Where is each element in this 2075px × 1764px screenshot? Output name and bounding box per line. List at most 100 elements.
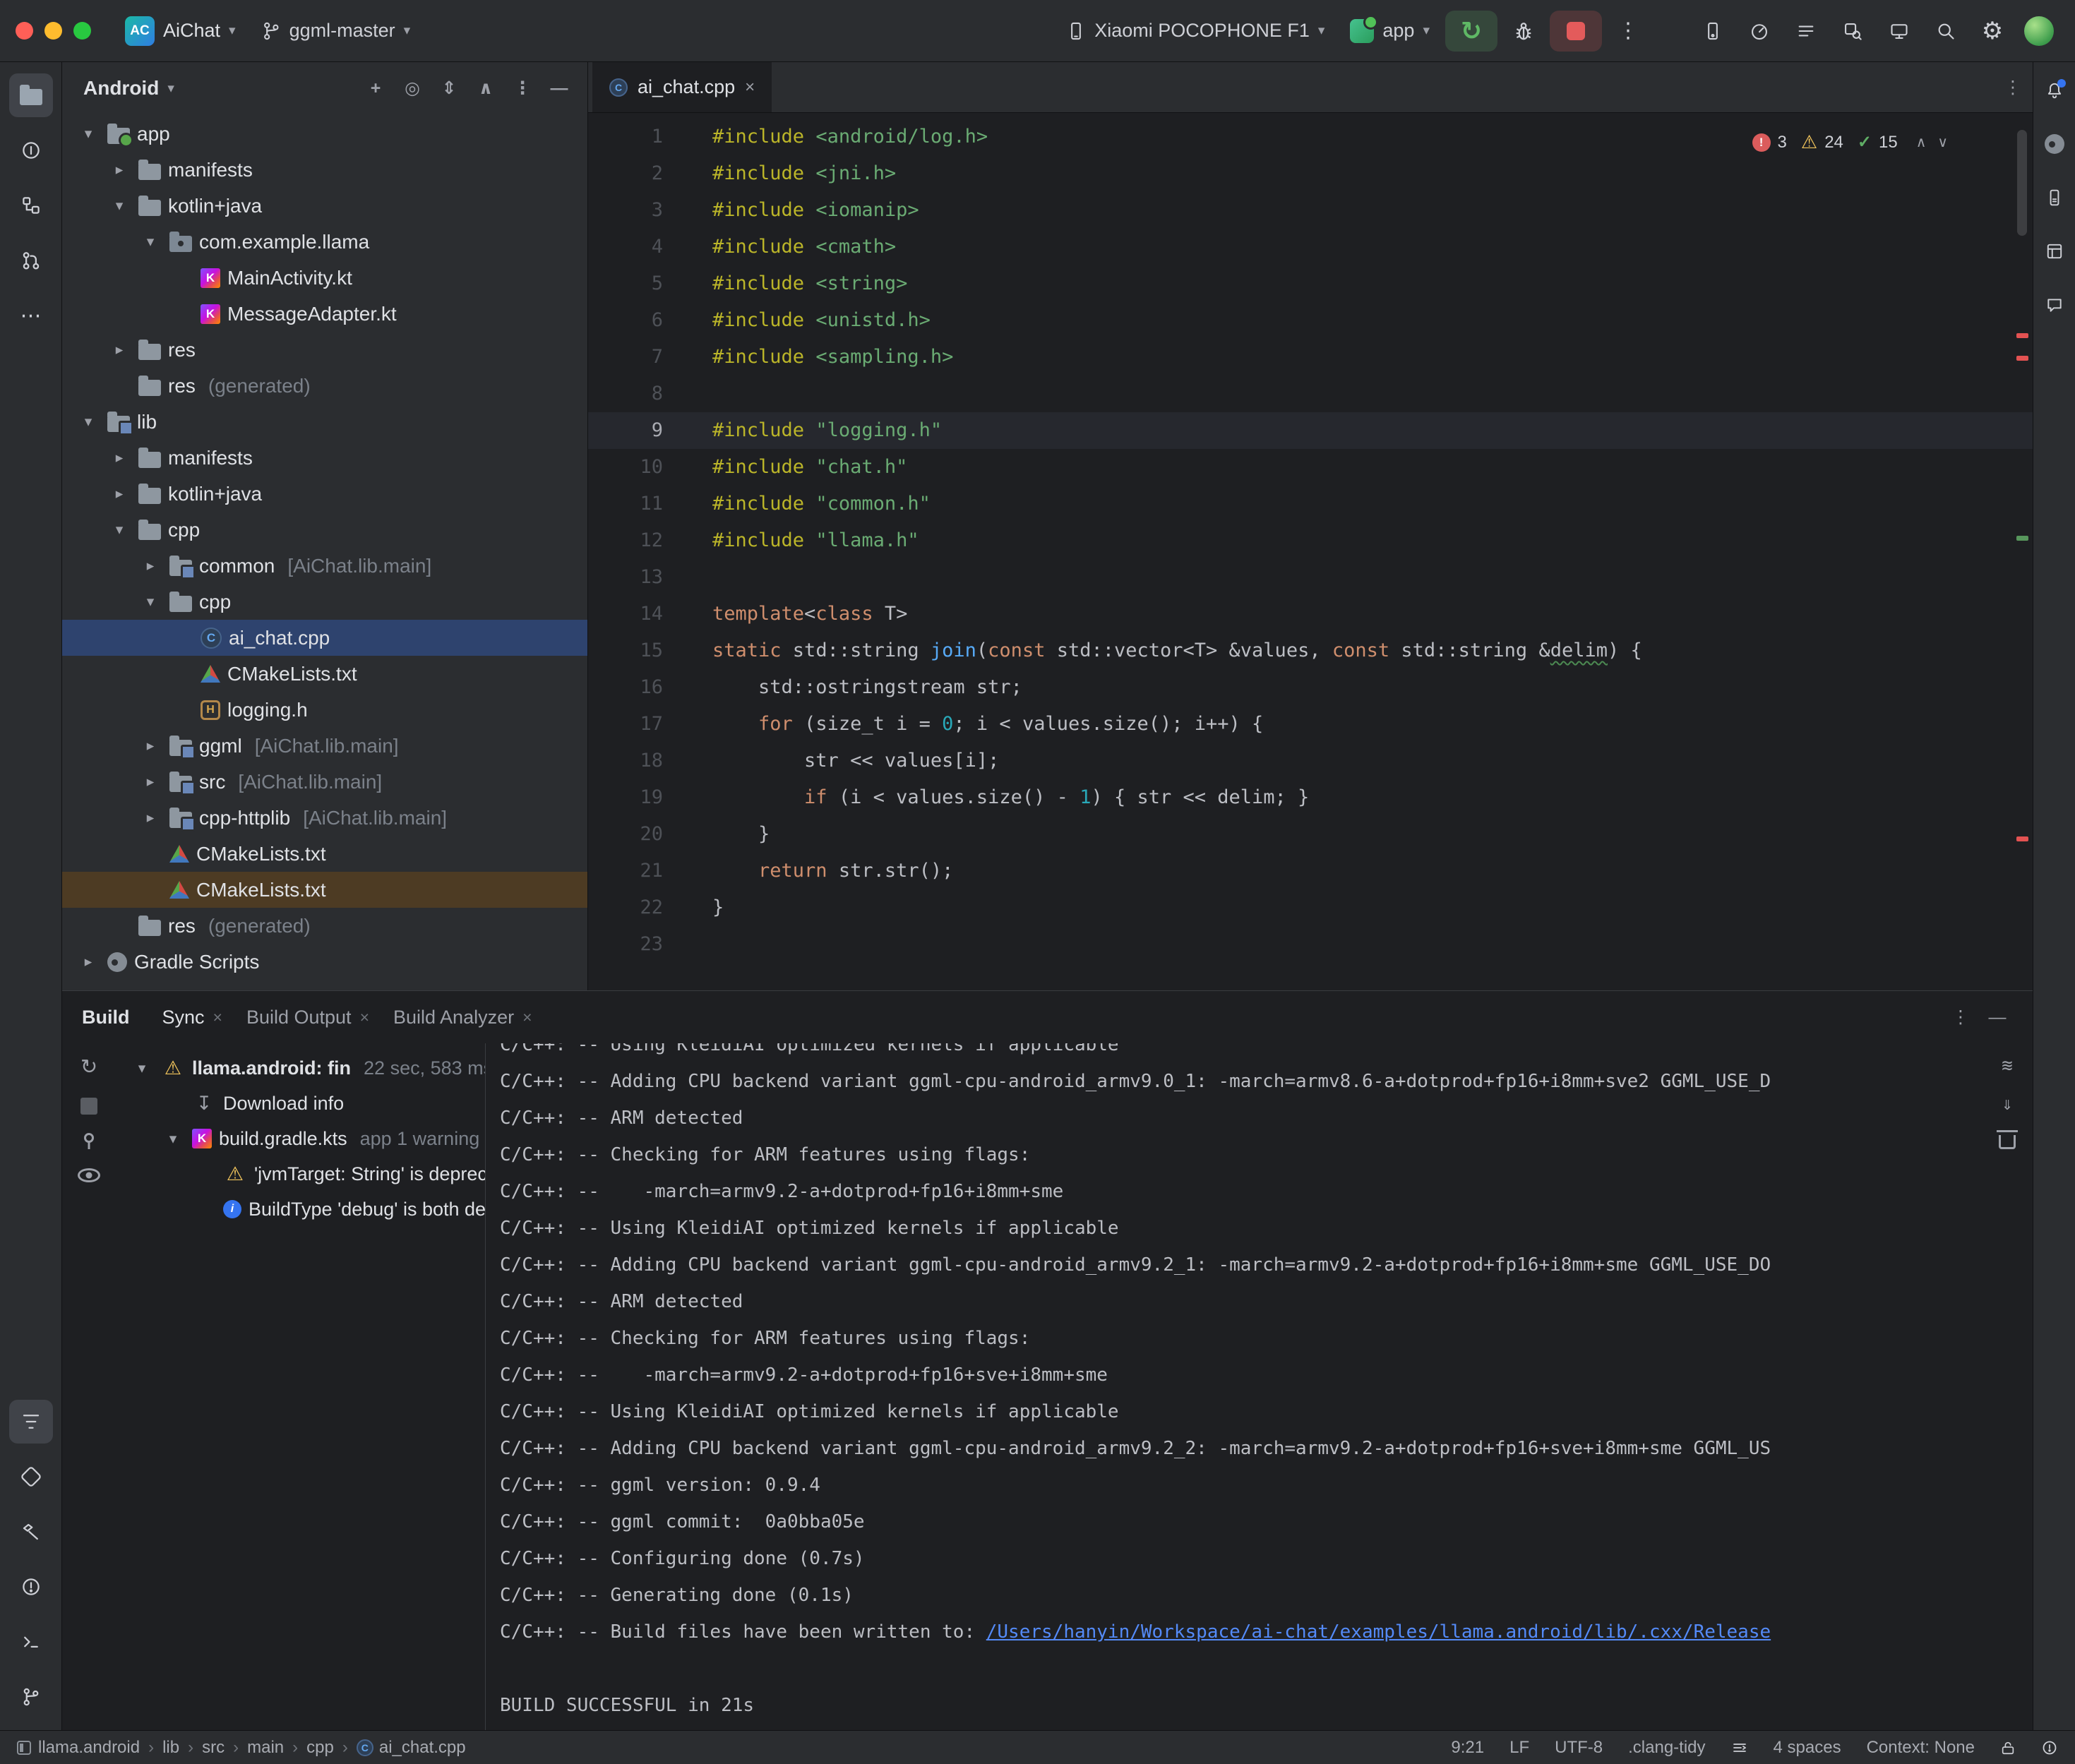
project-tree-item[interactable]: ▸cpp-httplib[AiChat.lib.main] (62, 800, 587, 836)
project-tree-item[interactable]: ▾kotlin+java (62, 188, 587, 224)
editor-scrollbar-thumb[interactable] (2017, 130, 2027, 236)
rerun-sync-button[interactable]: ↻ (80, 1055, 97, 1079)
version-control-tool-button[interactable] (9, 1675, 53, 1719)
editor-tab[interactable]: C ai_chat.cpp × (592, 62, 772, 112)
collapse-all-button[interactable]: ∧ (470, 73, 501, 104)
project-tree-item[interactable]: ▾app (62, 116, 587, 152)
inspections-status-icon[interactable] (1731, 1739, 1748, 1756)
build-tab-build-output[interactable]: Build Output× (239, 1001, 376, 1034)
filter-visibility-icon[interactable] (78, 1168, 100, 1182)
tree-chevron-icon[interactable]: ▸ (107, 161, 131, 179)
project-tree-item[interactable]: ▸ggml[AiChat.lib.main] (62, 728, 587, 764)
editor-gutter[interactable]: 1234567891011121314151617181920212223 (588, 113, 707, 990)
tree-chevron-icon[interactable]: ▸ (138, 737, 162, 755)
build-tree-item[interactable]: ↧Download info (116, 1086, 485, 1121)
project-tree-item[interactable]: ▸kotlin+java (62, 476, 587, 512)
close-tab-icon[interactable]: × (522, 1008, 532, 1027)
tree-chevron-icon[interactable]: ▸ (76, 953, 100, 971)
editor-options-button[interactable]: ⋮ (1997, 72, 2028, 103)
project-tree-item[interactable]: ▸manifests (62, 440, 587, 476)
breadcrumb-item[interactable]: Cai_chat.cpp (357, 1738, 466, 1758)
project-tree-item[interactable]: CMakeLists.txt (62, 656, 587, 692)
tree-chevron-icon[interactable]: ▸ (107, 341, 131, 359)
panel-options-button[interactable]: ⋮ (507, 73, 538, 104)
profile-button[interactable] (2019, 11, 2059, 52)
app-inspection-button[interactable] (1832, 11, 1873, 52)
debug-button[interactable] (1503, 11, 1544, 52)
more-tool-windows-button[interactable]: ⋯ (9, 294, 53, 337)
project-tree-item[interactable]: res(generated) (62, 908, 587, 944)
logcat-button[interactable] (1786, 11, 1826, 52)
window-zoom-button[interactable] (73, 22, 91, 40)
device-explorer-tool-button[interactable] (2038, 181, 2071, 215)
next-problem-button[interactable]: ∨ (1937, 133, 1948, 151)
build-options-button[interactable]: ⋮ (1945, 1002, 1976, 1033)
project-tree-item[interactable]: Hlogging.h (62, 692, 587, 728)
error-stripe-mark[interactable] (2016, 536, 2028, 541)
run-configuration-selector[interactable]: app ▾ (1340, 12, 1440, 50)
structure-tool-button[interactable] (9, 184, 53, 227)
project-tree-item[interactable]: ▾com.example.llama (62, 224, 587, 260)
window-close-button[interactable] (16, 22, 33, 40)
assistant-tool-button[interactable] (2038, 288, 2071, 322)
breadcrumb-item[interactable]: llama.android (38, 1738, 140, 1758)
build-tree-item[interactable]: ⚠'jvmTarget: String' is deprec (116, 1156, 485, 1192)
error-stripe-mark[interactable] (2016, 356, 2028, 361)
tree-chevron-icon[interactable]: ▾ (76, 125, 100, 143)
layout-inspector-tool-button[interactable] (2038, 234, 2071, 268)
error-stripe-mark[interactable] (2016, 333, 2028, 338)
project-view-label[interactable]: Android (83, 77, 159, 100)
project-tree-item[interactable]: ▸manifests (62, 152, 587, 188)
running-devices-button[interactable] (1879, 11, 1920, 52)
build-output-console[interactable]: C/C++: -- Using KleidiAI optimized kerne… (486, 1043, 2033, 1730)
device-manager-button[interactable] (1692, 11, 1733, 52)
code-area[interactable]: #include <android/log.h>#include <jni.h>… (707, 113, 2033, 990)
notifications-status-icon[interactable] (2041, 1739, 2058, 1756)
project-tool-button[interactable] (9, 73, 53, 117)
build-output-path-link[interactable]: /Users/hanyin/Workspace/ai-chat/examples… (986, 1621, 1771, 1643)
project-tree-item[interactable]: ▾lib (62, 404, 587, 440)
breadcrumb-item[interactable]: main (247, 1738, 284, 1758)
build-tree-item[interactable]: ▾⚠llama.android: fin22 sec, 583 ms (116, 1050, 485, 1086)
line-ending-widget[interactable]: LF (1509, 1738, 1529, 1758)
tree-chevron-icon[interactable]: ▸ (138, 557, 162, 575)
commit-tool-button[interactable] (9, 128, 53, 172)
expand-all-button[interactable]: ⇕ (433, 73, 465, 104)
build-tab-build-analyzer[interactable]: Build Analyzer× (386, 1001, 539, 1034)
build-tree-item[interactable]: iBuildType 'debug' is both de (116, 1192, 485, 1227)
more-run-actions-button[interactable]: ⋮ (1608, 11, 1649, 52)
project-tree-item[interactable]: Cai_chat.cpp (62, 620, 587, 656)
hide-build-panel-button[interactable]: — (1982, 1002, 2013, 1033)
project-tree-item[interactable]: CMakeLists.txt (62, 872, 587, 908)
tree-chevron-icon[interactable]: ▾ (138, 593, 162, 611)
app-quality-insights-tool-button[interactable] (9, 1455, 53, 1499)
project-tree-item[interactable]: ▸res (62, 332, 587, 368)
project-tree-item[interactable]: ▾cpp (62, 584, 587, 620)
pin-icon[interactable] (84, 1133, 94, 1143)
tool-window-layout-icon[interactable] (17, 1741, 31, 1755)
build-tool-button[interactable] (9, 1510, 53, 1554)
inspections-widget[interactable]: ! 3 ⚠ 24 ✓ 15 ∧ ∨ (1752, 131, 1948, 153)
profiler-button[interactable] (1739, 11, 1780, 52)
gradle-tool-button[interactable] (2038, 127, 2071, 161)
tree-chevron-icon[interactable]: ▸ (138, 773, 162, 791)
project-tree-item[interactable]: res(generated) (62, 368, 587, 404)
window-minimize-button[interactable] (44, 22, 62, 40)
project-tree-item[interactable]: KMessageAdapter.kt (62, 296, 587, 332)
soft-wrap-button[interactable]: ≋ (1992, 1050, 2023, 1081)
search-everywhere-button[interactable] (1925, 11, 1966, 52)
problems-tool-button[interactable] (9, 1565, 53, 1609)
project-tree-item[interactable]: ▸src[AiChat.lib.main] (62, 764, 587, 800)
scroll-to-end-button[interactable]: ⇓ (1992, 1088, 2023, 1120)
tree-chevron-icon[interactable]: ▾ (130, 1060, 154, 1077)
project-tree-item[interactable]: ▾cpp (62, 512, 587, 548)
close-tab-icon[interactable]: × (360, 1008, 369, 1027)
stop-button[interactable] (1550, 11, 1602, 52)
project-tree-item[interactable]: ▸Gradle Scripts (62, 944, 587, 980)
tree-chevron-icon[interactable]: ▾ (76, 413, 100, 431)
caret-position-widget[interactable]: 9:21 (1451, 1738, 1484, 1758)
device-selector[interactable]: Xiaomi POCOPHONE F1 ▾ (1056, 13, 1334, 49)
indent-widget[interactable]: 4 spaces (1774, 1738, 1841, 1758)
breadcrumb-item[interactable]: cpp (306, 1738, 334, 1758)
project-tree-item[interactable]: CMakeLists.txt (62, 836, 587, 872)
